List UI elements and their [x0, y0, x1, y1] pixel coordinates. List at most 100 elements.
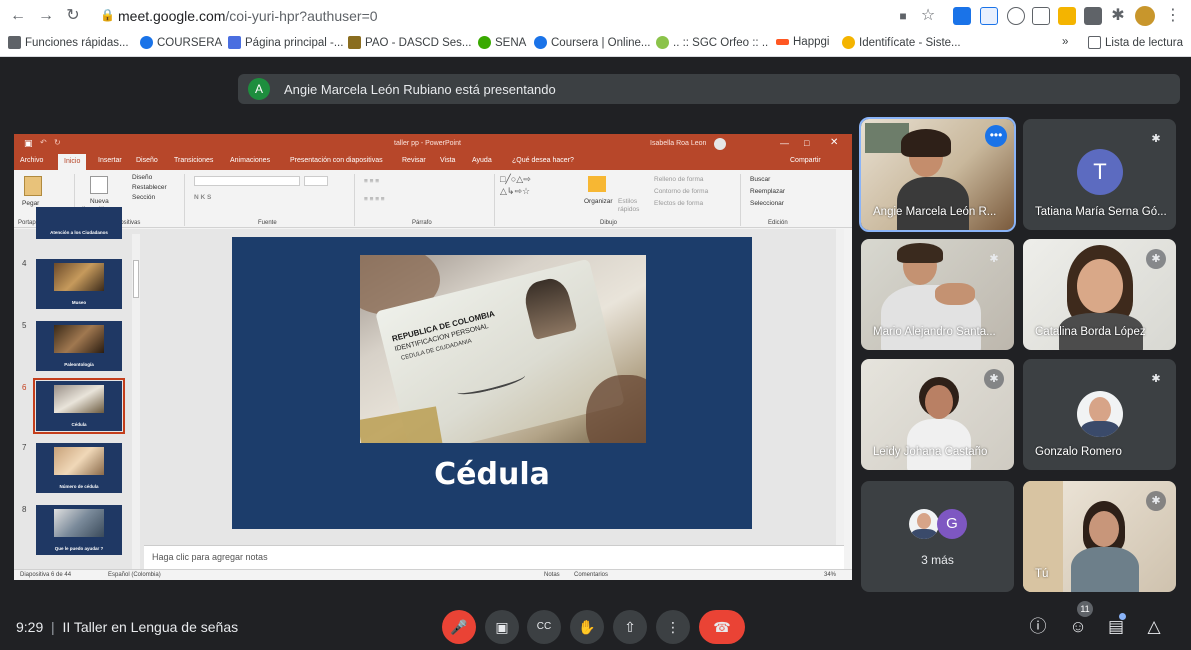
url-path: /coi-yuri-hpr?authuser=0 — [225, 8, 378, 24]
hand-icon: ✋ — [578, 619, 596, 635]
slide-thumbnail: Que le puedo ayudar ? — [36, 505, 122, 555]
bookmark-item[interactable]: .. :: SGC Orfeo :: .. — [656, 36, 768, 49]
group-drawing: Dibujo — [600, 220, 618, 226]
forward-arrow-icon[interactable]: → — [36, 6, 56, 26]
bookmark-item[interactable]: Identifícate - Siste... — [842, 36, 961, 49]
tab-ayuda: Ayuda — [472, 157, 492, 164]
mic-off-icon: ✱ — [984, 369, 1004, 389]
extension-icon-5[interactable] — [1058, 7, 1076, 25]
extension-icon-1[interactable] — [953, 7, 971, 25]
bookmarks-overflow-button[interactable]: » — [1062, 36, 1068, 48]
replace-label: Reemplazar — [750, 188, 786, 195]
bookmark-item[interactable]: Funciones rápidas... — [8, 36, 129, 49]
lock-icon[interactable]: 🔒 — [100, 8, 115, 22]
camera-toggle-button[interactable]: ▣ — [485, 610, 519, 644]
ppt-status-bar: Diapositiva 6 de 44 Español (Colombia) N… — [14, 569, 852, 580]
leave-call-button[interactable]: ☎ — [699, 610, 745, 644]
url-field[interactable]: meet.google.com/coi-yuri-hpr?authuser=0 — [118, 8, 378, 24]
profile-avatar-icon[interactable] — [1135, 6, 1155, 26]
more-participants-label: 3 más — [921, 553, 954, 567]
user-avatar — [714, 138, 726, 150]
bookmark-item[interactable]: SENA — [478, 36, 526, 49]
back-arrow-icon[interactable]: ← — [8, 6, 28, 26]
bookmark-item[interactable]: Happgi — [776, 36, 829, 48]
captions-button[interactable]: CC — [527, 610, 561, 644]
participant-avatar: G — [937, 509, 967, 539]
select-label: Seleccionar — [750, 200, 784, 207]
avatar-suit — [911, 529, 937, 539]
thumbnail-image — [54, 325, 104, 353]
participant-name: Mario Alejandro Santa... — [873, 326, 996, 338]
participant-body — [907, 419, 971, 470]
ppt-user-name: Isabella Roa Leon — [650, 140, 707, 147]
participant-tile[interactable]: ✱ Leidy Johana Castaño — [861, 359, 1014, 470]
meeting-details-icon[interactable]: ⓘ — [1026, 615, 1050, 639]
identify-icon — [842, 36, 855, 49]
slide-thumbnail: Paleontología — [36, 321, 122, 371]
mic-off-icon: ✱ — [1151, 133, 1161, 145]
bookmark-item[interactable]: PAO - DASCD Ses... — [348, 36, 472, 49]
reading-list-button[interactable]: Lista de lectura — [1088, 36, 1183, 49]
activities-icon[interactable]: △ — [1142, 615, 1166, 639]
status-notes: Notas — [544, 572, 560, 578]
meeting-controls-bar: 9:29 | II Taller en Lengua de señas 🎤 ▣ … — [0, 593, 1191, 650]
participant-avatar: T — [1077, 149, 1123, 195]
extension-icon-4[interactable] — [1032, 7, 1050, 25]
extension-icon-2[interactable] — [980, 7, 998, 25]
participant-body — [1071, 547, 1139, 592]
participant-tile[interactable]: ✱ Mario Alejandro Santa... — [861, 239, 1014, 350]
second-card — [360, 406, 443, 443]
bookmark-item[interactable]: Página principal -... — [228, 36, 343, 49]
bookmark-item[interactable]: COURSERA — [140, 36, 222, 49]
participant-tile[interactable]: ••• Angie Marcela León R... — [859, 117, 1016, 232]
mic-toggle-button[interactable]: 🎤 — [442, 610, 476, 644]
puzzle-icon[interactable]: ✱ — [1108, 6, 1128, 26]
participant-name: Tatiana María Serna Gó... — [1035, 206, 1167, 218]
ribbon-divider — [494, 174, 495, 226]
layout-label: Diseño — [132, 174, 153, 181]
present-button[interactable]: ⇧ — [613, 610, 647, 644]
tab-presentacion: Presentación con diapositivas — [290, 157, 383, 164]
ppt-ribbon-tabs: Archivo Inicio Insertar Diseño Transicio… — [14, 154, 852, 170]
coursera-icon — [534, 36, 547, 49]
minimize-icon: — — [780, 138, 789, 148]
others-tile[interactable]: G 3 más — [861, 481, 1014, 592]
group-paragraph: Párrafo — [412, 220, 432, 226]
more-vert-icon[interactable]: ⋮ — [1163, 6, 1183, 26]
tab-inicio: Inicio — [58, 154, 87, 170]
reload-icon[interactable]: ↻ — [63, 6, 83, 26]
font-name-box — [194, 176, 300, 186]
more-options-icon[interactable]: ••• — [985, 125, 1007, 147]
slide-thumbnail: Museo — [36, 259, 122, 309]
self-tile[interactable]: ✱ Tú — [1023, 481, 1176, 592]
participant-tile[interactable]: ✱ Catalina Borda López — [1023, 239, 1176, 350]
bookmark-star-icon[interactable]: ☆ — [918, 6, 938, 26]
extension-icon-6[interactable] — [1084, 7, 1102, 25]
more-options-button[interactable]: ⋮ — [656, 610, 690, 644]
people-icon[interactable]: ☺ — [1066, 615, 1090, 639]
orfeo-icon — [656, 36, 669, 49]
apple-icon — [8, 36, 21, 49]
restore-icon: □ — [804, 138, 810, 148]
participant-tile[interactable]: ✱ Gonzalo Romero — [1023, 359, 1176, 470]
address-bar-row: ← → ↻ 🔒 meet.google.com/coi-yuri-hpr?aut… — [0, 0, 1191, 33]
thumbnails-scrollbar — [132, 234, 140, 569]
card-signature — [455, 369, 527, 399]
font-style-icons: N K S — [194, 194, 212, 201]
presenting-banner: A Angie Marcela León Rubiano está presen… — [238, 74, 1180, 104]
id-card-photo: REPUBLICA DE COLOMBIA IDENTIFICACION PER… — [360, 255, 646, 443]
meet-stage: A Angie Marcela León Rubiano está presen… — [0, 57, 1191, 650]
section-label: Sección — [132, 194, 156, 201]
card-portrait — [521, 275, 578, 341]
avatar-face — [1089, 397, 1111, 423]
raise-hand-button[interactable]: ✋ — [570, 610, 604, 644]
extension-icon-3[interactable] — [1007, 7, 1025, 25]
tab-transiciones: Transiciones — [174, 157, 214, 164]
camera-icon[interactable]: ■ — [893, 6, 913, 26]
meeting-info: 9:29 | II Taller en Lengua de señas — [16, 619, 238, 635]
slide-thumbnail: Número de cédula — [36, 443, 122, 493]
bookmark-item[interactable]: Coursera | Online... — [534, 36, 651, 49]
participant-tile[interactable]: ✱ T Tatiana María Serna Gó... — [1023, 119, 1176, 230]
participant-avatar — [1077, 391, 1123, 437]
ribbon-divider — [740, 174, 741, 226]
